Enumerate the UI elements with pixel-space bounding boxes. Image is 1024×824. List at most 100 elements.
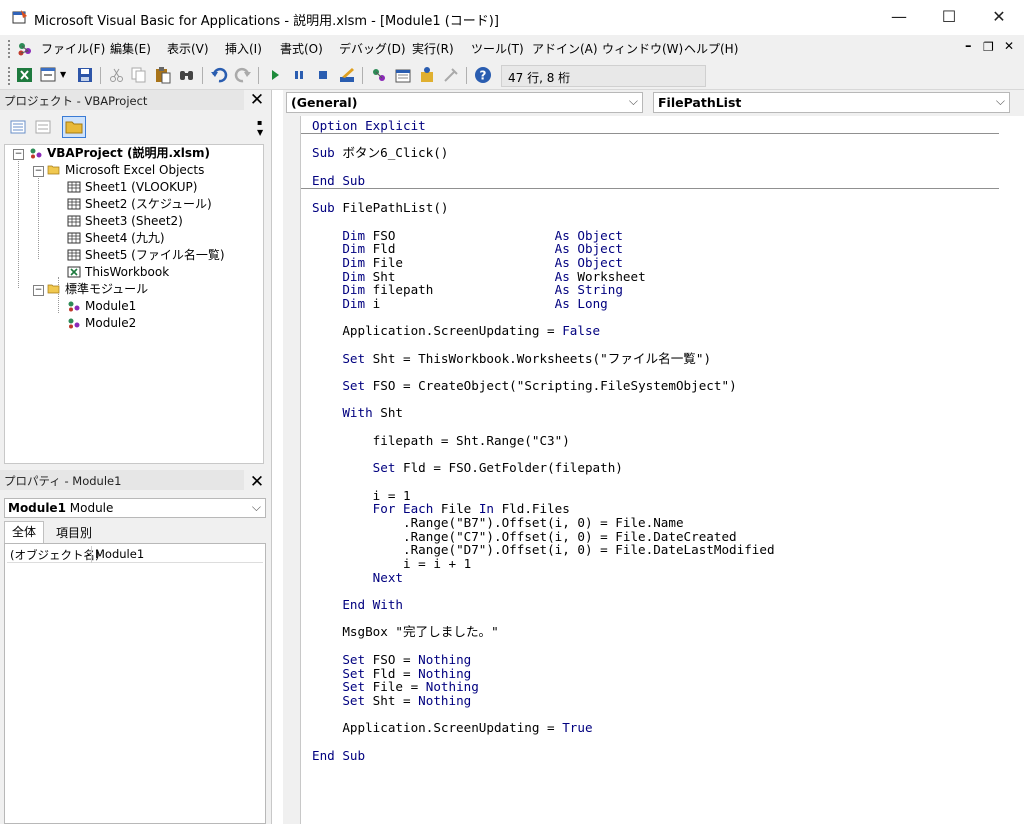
dropdown-arrow-icon[interactable]: ▼ [60,70,66,79]
tree-collapse-toggle[interactable]: − [33,166,44,177]
code-text[interactable]: Option Explicit Sub ボタン6_Click() End Sub… [312,119,775,762]
menu-tools[interactable]: ツール(T) [471,40,524,57]
code-line[interactable]: .Range("C7").Offset(i, 0) = File.DateCre… [312,529,775,544]
code-line[interactable]: End Sub [312,748,775,763]
tree-item-modules-folder[interactable]: 標準モジュール [47,281,148,298]
code-line[interactable]: Set Sht = ThisWorkbook.Worksheets("ファイル名… [312,351,775,366]
code-line[interactable]: Dim filepath As String [312,283,775,297]
code-line[interactable]: Sub FilePathList() [312,201,775,215]
code-line[interactable]: Dim i As Long [312,297,775,311]
properties-panel-close-button[interactable]: ✕ [247,472,267,492]
code-line[interactable]: Application.ScreenUpdating = False [312,324,775,338]
menu-format[interactable]: 書式(O) [280,40,323,57]
code-line[interactable]: Dim File As Object [312,256,775,270]
code-margin-indicator-bar[interactable] [283,116,301,824]
tree-item-sheet2[interactable]: Sheet2 (スケジュール) [67,196,212,213]
toolbar-grip[interactable] [8,67,11,85]
cut-icon[interactable] [108,66,126,84]
code-line[interactable]: With Sht [312,406,775,420]
code-line[interactable]: End With [312,598,775,612]
code-line[interactable]: For Each File In Fld.Files [312,502,775,516]
tab-categorized[interactable]: 項目別 [48,523,100,543]
code-line[interactable] [312,215,775,229]
code-line[interactable]: Set FSO = Nothing [312,652,775,667]
save-icon[interactable] [76,66,94,84]
properties-window-icon[interactable] [394,66,412,84]
design-mode-icon[interactable] [338,66,356,84]
menu-addins[interactable]: アドイン(A) [532,40,598,57]
view-excel-icon[interactable] [16,66,34,84]
tree-collapse-toggle[interactable]: − [13,149,24,160]
tree-item-excel-objects-folder[interactable]: Microsoft Excel Objects [47,162,204,179]
menu-view[interactable]: 表示(V) [167,40,209,57]
mdi-minimize-button[interactable]: – [965,39,972,54]
property-value[interactable]: Module1 [95,547,144,561]
menu-edit[interactable]: 編集(E) [110,40,151,57]
code-line[interactable] [312,612,775,626]
menu-insert[interactable]: 挿入(I) [225,40,262,57]
code-line[interactable]: Application.ScreenUpdating = True [312,721,775,735]
code-line[interactable]: i = 1 [312,488,775,503]
find-icon[interactable] [178,66,196,84]
toolbox-icon[interactable] [442,66,460,84]
tree-item-module2[interactable]: Module2 [67,315,136,332]
code-line[interactable] [312,708,775,722]
reset-icon[interactable] [314,66,332,84]
undo-icon[interactable] [210,66,228,84]
code-line[interactable]: Set FSO = CreateObject("Scripting.FileSy… [312,379,775,393]
view-object-icon[interactable] [35,120,51,134]
code-line[interactable] [312,338,775,352]
tree-item-vbaproject[interactable]: VBAProject (説明用.xlsm) [29,145,210,162]
code-line[interactable] [312,393,775,407]
procedure-combo[interactable]: FilePathList ⌵ [653,92,1010,113]
code-line[interactable]: .Range("B7").Offset(i, 0) = File.Name [312,516,775,530]
code-line[interactable] [312,365,775,379]
tree-collapse-toggle[interactable]: − [33,285,44,296]
code-line[interactable]: Option Explicit [312,119,775,133]
code-line[interactable]: Dim Sht As Worksheet [312,269,775,284]
project-panel-scroll-arrow[interactable]: ▪ ▼ [257,118,267,138]
menu-debug[interactable]: デバッグ(D) [339,40,406,57]
tree-item-sheet5[interactable]: Sheet5 (ファイル名一覧) [67,247,225,264]
code-line[interactable] [312,311,775,325]
code-line[interactable]: MsgBox "完了しました。" [312,625,775,639]
tree-item-sheet1[interactable]: Sheet1 (VLOOKUP) [67,179,197,196]
object-selector-combo[interactable]: Module1 Module ⌵ [4,498,266,518]
code-line[interactable] [312,133,775,147]
menu-window[interactable]: ウィンドウ(W) [602,40,683,57]
paste-icon[interactable] [154,66,172,84]
code-line[interactable] [312,735,775,749]
code-line[interactable]: Set Fld = Nothing [312,666,775,681]
property-row[interactable]: (オブジェクト名) Module1 [7,546,263,563]
object-browser-icon[interactable] [418,66,436,84]
code-line[interactable] [312,160,775,174]
code-line[interactable] [312,448,775,462]
code-line[interactable]: End Sub [312,173,775,188]
tree-item-sheet3[interactable]: Sheet3 (Sheet2) [67,213,183,230]
tab-alphabetic[interactable]: 全体 [4,521,44,543]
toggle-folders-button[interactable] [62,116,86,138]
tree-item-sheet4[interactable]: Sheet4 (九九) [67,230,165,247]
code-line[interactable]: Set Sht = Nothing [312,694,775,708]
code-line[interactable]: i = i + 1 [312,557,775,571]
run-icon[interactable] [266,66,284,84]
mdi-restore-button[interactable]: ❐ [983,40,994,54]
code-line[interactable]: Sub ボタン6_Click() [312,146,775,160]
insert-userform-icon[interactable] [40,66,58,84]
code-line[interactable] [312,187,775,201]
break-icon[interactable] [290,66,308,84]
code-line[interactable]: Set Fld = FSO.GetFolder(filepath) [312,461,775,475]
project-explorer-icon[interactable] [370,66,388,84]
copy-icon[interactable] [130,66,148,84]
code-line[interactable]: Dim FSO As Object [312,228,775,243]
menu-run[interactable]: 実行(R) [412,40,454,57]
code-line[interactable]: filepath = Sht.Range("C3") [312,434,775,448]
code-line[interactable]: Set File = Nothing [312,680,775,694]
maximize-button[interactable]: ☐ [926,0,972,34]
redo-icon[interactable] [234,66,252,84]
code-line[interactable]: .Range("D7").Offset(i, 0) = File.DateLas… [312,543,775,557]
code-line[interactable] [312,475,775,489]
help-icon[interactable]: ? [474,66,492,84]
vba-project-icon[interactable] [16,40,34,58]
code-line[interactable] [312,584,775,598]
